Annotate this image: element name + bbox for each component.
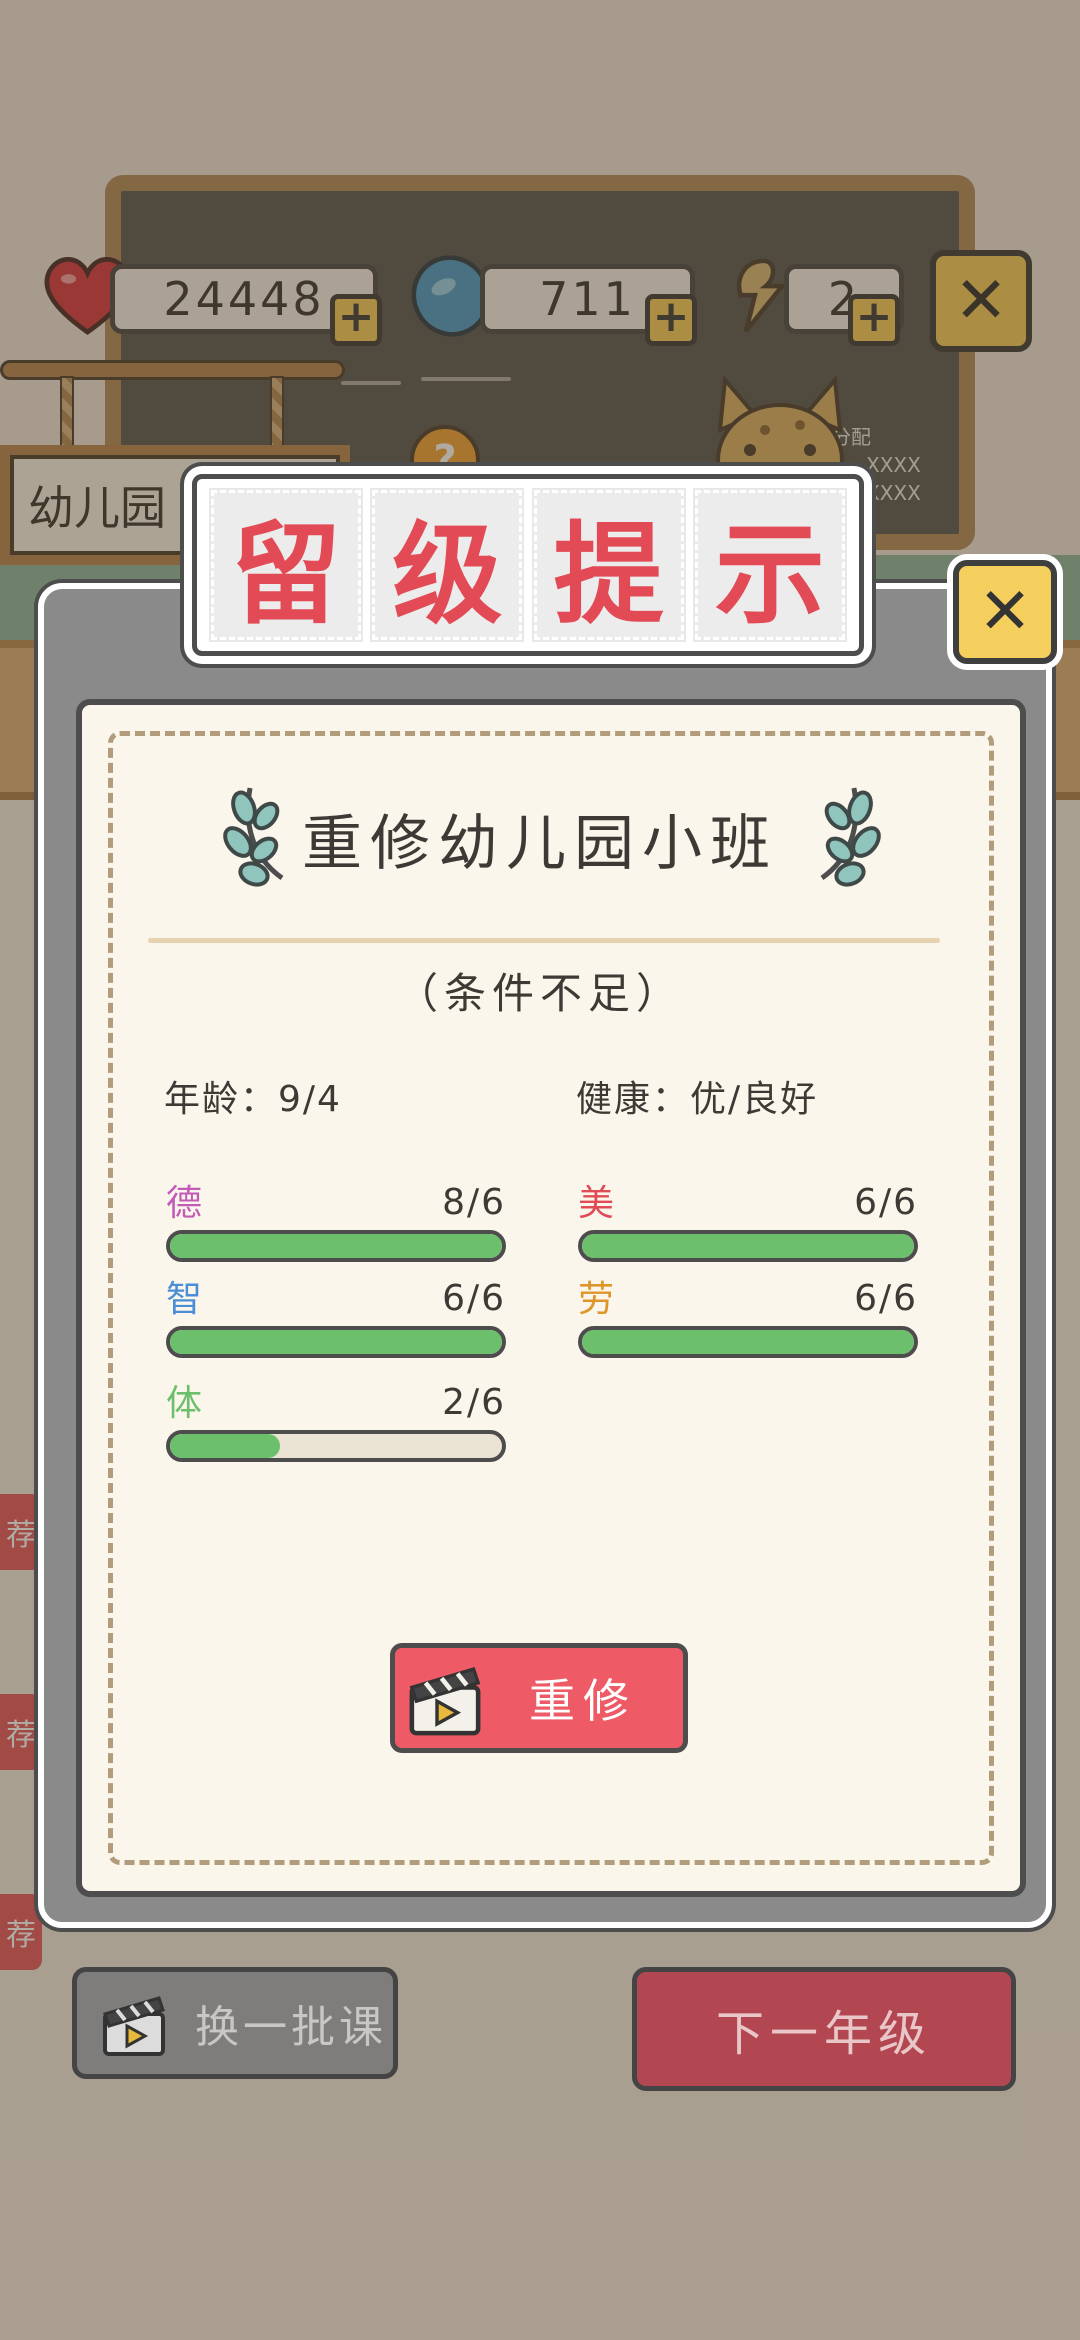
stat-name: 美 <box>578 1183 615 1224</box>
stat-name: 德 <box>166 1183 203 1224</box>
stat-progress-bar <box>578 1230 918 1262</box>
stat-value: 8/6 <box>442 1182 506 1223</box>
health-label: 健康：优/良好 <box>576 1079 819 1120</box>
stat-progress-bar <box>166 1230 506 1262</box>
title-char: 示 <box>692 488 847 642</box>
age-label: 年龄：9/4 <box>164 1079 342 1120</box>
dialog-title: 留 级 提 示 <box>192 474 864 656</box>
stat-name: 劳 <box>578 1279 615 1320</box>
stat-name: 体 <box>166 1383 203 1424</box>
condition-status: （条件不足） <box>395 969 684 1018</box>
stat-progress-bar <box>166 1326 506 1358</box>
close-dialog-button[interactable]: ✕ <box>953 560 1057 664</box>
stat-progress-fill <box>582 1234 914 1258</box>
retake-label: 重修 <box>529 1674 637 1728</box>
stat-value: 6/6 <box>442 1278 506 1319</box>
stat-progress-fill <box>170 1330 502 1354</box>
title-char: 级 <box>370 488 525 642</box>
stat-progress-bar <box>578 1326 918 1358</box>
stat-aesthetics: 美 6/6 <box>578 1182 918 1262</box>
stat-value: 6/6 <box>854 1182 918 1223</box>
title-char: 提 <box>531 488 686 642</box>
stat-value: 6/6 <box>854 1278 918 1319</box>
stat-morality: 德 8/6 <box>166 1182 506 1262</box>
stat-intellect: 智 6/6 <box>166 1278 506 1358</box>
stat-progress-fill <box>582 1330 914 1354</box>
stat-progress-bar <box>166 1430 506 1462</box>
stat-labor: 劳 6/6 <box>578 1278 918 1358</box>
course-name: 重修幼儿园小班 <box>302 809 778 879</box>
next-grade-button[interactable]: 下一年级 <box>632 1967 1016 2091</box>
stat-progress-fill <box>170 1234 502 1258</box>
stat-physical: 体 2/6 <box>166 1382 506 1462</box>
divider <box>148 938 940 943</box>
retake-button[interactable]: 重修 <box>390 1643 688 1753</box>
change-batch-label: 换一批课 <box>195 2002 387 2053</box>
stat-name: 智 <box>166 1279 203 1320</box>
title-char: 留 <box>209 488 363 642</box>
stat-value: 2/6 <box>442 1382 506 1423</box>
video-ad-icon <box>103 1996 165 2056</box>
stat-progress-fill <box>170 1434 280 1458</box>
video-ad-icon <box>409 1667 481 1736</box>
change-batch-button[interactable]: 换一批课 <box>72 1967 398 2079</box>
